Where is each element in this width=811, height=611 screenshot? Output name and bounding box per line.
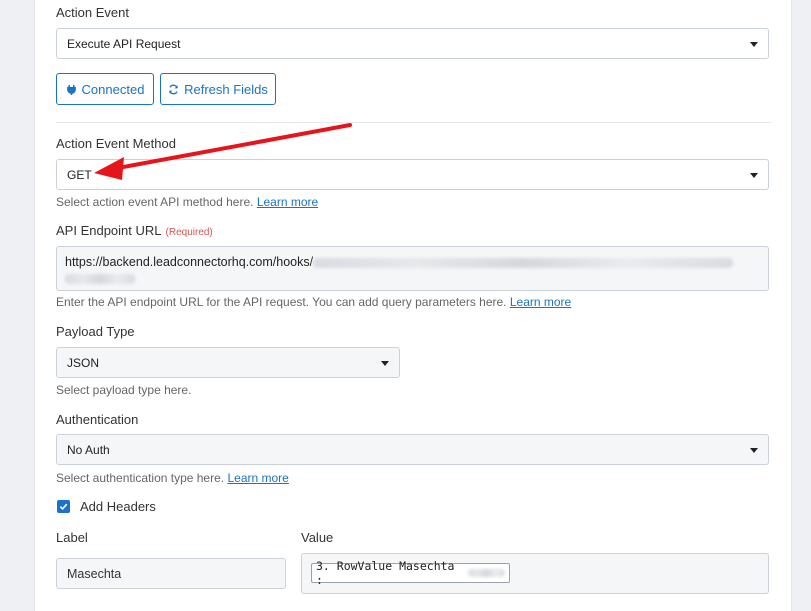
divider bbox=[56, 122, 772, 123]
method-help-text: Select action event API method here. bbox=[56, 195, 254, 209]
auth-learn-more-link[interactable]: Learn more bbox=[227, 471, 288, 485]
redacted-text bbox=[65, 273, 135, 284]
auth-select[interactable]: No Auth bbox=[56, 434, 769, 465]
header-value-text: 3. RowValue Masechta : bbox=[316, 559, 455, 587]
auth-value: No Auth bbox=[67, 442, 110, 457]
add-headers-checkbox[interactable] bbox=[57, 500, 70, 513]
action-event-value: Execute API Request bbox=[67, 36, 181, 51]
header-value-column: Value bbox=[301, 530, 334, 545]
header-label-input[interactable]: Masechta bbox=[56, 558, 286, 589]
auth-help: Select authentication type here. Learn m… bbox=[56, 471, 289, 485]
endpoint-label: API Endpoint URL (Required) bbox=[56, 223, 213, 238]
chevron-down-icon bbox=[750, 172, 758, 178]
method-select[interactable]: GET bbox=[56, 159, 769, 190]
add-headers-label: Add Headers bbox=[80, 499, 156, 514]
checkmark-icon bbox=[59, 503, 68, 511]
endpoint-learn-more-link[interactable]: Learn more bbox=[510, 295, 571, 309]
endpoint-help-text: Enter the API endpoint URL for the API r… bbox=[56, 295, 507, 309]
method-label: Action Event Method bbox=[56, 136, 176, 151]
header-value-pill[interactable]: 3. RowValue Masechta : bbox=[311, 559, 510, 587]
refresh-fields-button[interactable]: Refresh Fields bbox=[160, 73, 276, 105]
method-help: Select action event API method here. Lea… bbox=[56, 195, 318, 209]
action-event-select[interactable]: Execute API Request bbox=[56, 28, 769, 59]
connected-button[interactable]: Connected bbox=[56, 73, 154, 105]
auth-help-text: Select authentication type here. bbox=[56, 471, 225, 485]
required-badge: (Required) bbox=[165, 227, 213, 238]
action-event-label: Action Event bbox=[56, 5, 129, 20]
chevron-down-icon bbox=[381, 360, 389, 366]
payload-help: Select payload type here. bbox=[56, 383, 192, 397]
auth-label: Authentication bbox=[56, 412, 139, 427]
chevron-down-icon bbox=[750, 41, 758, 47]
header-label-value: Masechta bbox=[67, 566, 122, 581]
endpoint-label-text: API Endpoint URL bbox=[56, 223, 162, 238]
payload-value: JSON bbox=[67, 355, 100, 370]
endpoint-url-value: https://backend.leadconnectorhq.com/hook… bbox=[65, 255, 314, 269]
refresh-fields-label: Refresh Fields bbox=[184, 81, 268, 97]
refresh-icon bbox=[169, 84, 178, 94]
redacted-text bbox=[468, 569, 505, 577]
method-value: GET bbox=[67, 167, 92, 182]
chevron-down-icon bbox=[750, 447, 758, 453]
payload-select[interactable]: JSON bbox=[56, 347, 400, 378]
connected-label: Connected bbox=[81, 81, 145, 97]
endpoint-url-field[interactable]: https://backend.leadconnectorhq.com/hook… bbox=[56, 246, 769, 291]
method-learn-more-link[interactable]: Learn more bbox=[257, 195, 318, 209]
payload-label: Payload Type bbox=[56, 324, 135, 339]
endpoint-help: Enter the API endpoint URL for the API r… bbox=[56, 295, 571, 309]
plug-icon bbox=[66, 84, 76, 95]
redacted-text bbox=[313, 257, 734, 268]
header-label-column: Label bbox=[56, 530, 88, 545]
